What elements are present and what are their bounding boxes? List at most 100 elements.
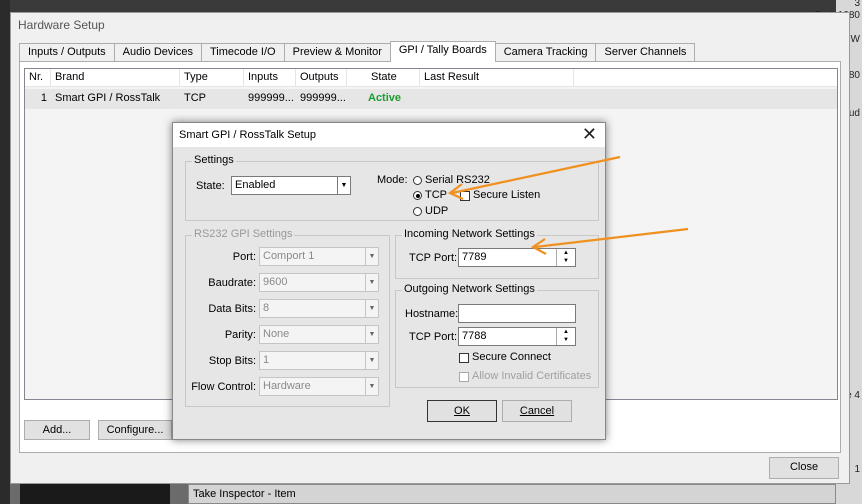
outgoing-network-group: Outgoing Network Settings Hostname: TCP … (395, 283, 599, 388)
chevron-down-icon: ▼ (365, 378, 378, 395)
tab-audio-devices[interactable]: Audio Devices (113, 43, 202, 62)
table-row[interactable]: 1 Smart GPI / RossTalk TCP 999999... 999… (25, 89, 837, 109)
mode-radio-udp[interactable] (413, 207, 422, 216)
data-bits-label: Data Bits: (208, 303, 256, 315)
cell-state: Active (368, 92, 402, 104)
rs232-group-label: RS232 GPI Settings (192, 228, 295, 240)
column-header-inputs[interactable]: Inputs (244, 69, 296, 86)
column-header-last-result[interactable]: Last Result (420, 69, 574, 86)
data-bits-select[interactable]: 8 ▼ (259, 299, 379, 318)
secure-connect-checkbox[interactable] (459, 353, 469, 363)
flow-control-label: Flow Control: (191, 381, 256, 393)
rs232-group: RS232 GPI Settings Port: Comport 1 ▼ Baud… (185, 228, 390, 407)
flow-control-select-value: Hardware (263, 380, 311, 392)
stop-bits-label: Stop Bits: (208, 355, 256, 367)
spinner-arrows-icon[interactable]: ▲ ▼ (556, 328, 575, 345)
chevron-down-icon: ▼ (365, 300, 378, 317)
allow-invalid-certificates-checkbox[interactable] (459, 372, 469, 382)
outgoing-tcp-port-label: TCP Port: (409, 331, 458, 343)
column-header-nr[interactable]: Nr. (25, 69, 51, 86)
cell-nr: 1 (40, 92, 47, 104)
settings-group: Settings State: Enabled ▼ Mode: Serial R… (185, 154, 599, 221)
chevron-down-icon: ▼ (365, 248, 378, 265)
close-button[interactable]: Close (769, 457, 839, 479)
flow-control-select[interactable]: Hardware ▼ (259, 377, 379, 396)
secure-listen-label[interactable]: Secure Listen (473, 189, 540, 201)
mode-radio-serial[interactable] (413, 176, 422, 185)
tab-server-channels[interactable]: Server Channels (595, 43, 696, 62)
chevron-down-icon: ▼ (365, 326, 378, 343)
outgoing-group-label: Outgoing Network Settings (402, 283, 537, 295)
mode-serial-label[interactable]: Serial RS232 (425, 174, 490, 186)
state-select-value: Enabled (235, 179, 276, 191)
configure-button[interactable]: Configure... (98, 420, 172, 440)
parity-select-value: None (263, 328, 290, 340)
rosstalk-setup-dialog: Smart GPI / RossTalk Setup ✕ Settings St… (172, 122, 606, 440)
column-header-type[interactable]: Type (180, 69, 244, 86)
ok-button-label: OK (454, 405, 470, 417)
background-app-toolbar (0, 0, 862, 12)
data-bits-select-value: 8 (263, 302, 270, 314)
tab-inputs-outputs[interactable]: Inputs / Outputs (19, 43, 115, 62)
mode-label: Mode: (377, 174, 408, 186)
background-text: 3 (854, 0, 860, 9)
baudrate-label: Baudrate: (208, 277, 256, 289)
ok-button[interactable]: OK (427, 400, 497, 422)
chevron-down-icon: ▼ (337, 177, 350, 194)
tab-timecode-io[interactable]: Timecode I/O (200, 43, 285, 62)
baudrate-select[interactable]: 9600 ▼ (259, 273, 379, 292)
allow-invalid-certificates-label[interactable]: Allow Invalid Certificates (472, 370, 591, 382)
take-inspector-bar: Take Inspector - Item (188, 484, 836, 504)
list-header: Nr. Brand Type Inputs Outputs State Last… (25, 69, 837, 87)
window-title: Hardware Setup (18, 18, 105, 32)
parity-label: Parity: (224, 329, 256, 341)
cancel-button-label: Cancel (519, 405, 555, 417)
incoming-network-group: Incoming Network Settings TCP Port: 7789… (395, 228, 599, 279)
parity-select[interactable]: None ▼ (259, 325, 379, 344)
add-button[interactable]: Add... (24, 420, 90, 440)
mode-radio-tcp[interactable] (413, 191, 422, 200)
cell-inputs: 999999... (248, 92, 294, 104)
outgoing-tcp-port-value: 7788 (462, 330, 487, 342)
close-icon[interactable]: ✕ (582, 124, 597, 144)
tab-camera-tracking[interactable]: Camera Tracking (494, 43, 597, 62)
mode-tcp-label[interactable]: TCP (425, 189, 447, 201)
hostname-input[interactable] (458, 304, 576, 323)
incoming-tcp-port-label: TCP Port: (409, 252, 458, 264)
outgoing-tcp-port-input[interactable]: 7788 ▲ ▼ (458, 327, 576, 346)
tab-preview-monitor[interactable]: Preview & Monitor (283, 43, 391, 62)
background-app-left-panel (0, 0, 10, 504)
dialog-titlebar: Smart GPI / RossTalk Setup ✕ (173, 123, 605, 147)
cell-outputs: 999999... (300, 92, 346, 104)
tab-gpi-tally-boards[interactable]: GPI / Tally Boards (389, 41, 496, 62)
hostname-label: Hostname: (405, 308, 459, 320)
secure-connect-label[interactable]: Secure Connect (472, 351, 551, 363)
chevron-down-icon: ▼ (365, 274, 378, 291)
secure-listen-checkbox[interactable] (460, 191, 470, 201)
mode-udp-label[interactable]: UDP (425, 205, 448, 217)
baudrate-select-value: 9600 (263, 276, 288, 288)
incoming-tcp-port-input[interactable]: 7789 ▲ ▼ (458, 248, 576, 267)
cell-type: TCP (184, 92, 206, 104)
cell-last-result (420, 89, 574, 109)
stop-bits-select-value: 1 (263, 354, 270, 366)
column-header-brand[interactable]: Brand (51, 69, 180, 86)
dialog-title: Smart GPI / RossTalk Setup (179, 129, 316, 141)
state-label: State: (196, 180, 225, 192)
spinner-arrows-icon[interactable]: ▲ ▼ (556, 249, 575, 266)
column-header-state[interactable]: State (347, 69, 420, 86)
settings-group-label: Settings (192, 154, 236, 166)
cancel-button[interactable]: Cancel (502, 400, 572, 422)
tab-bar: Inputs / Outputs Audio Devices Timecode … (19, 41, 696, 62)
port-select-value: Comport 1 (263, 250, 315, 262)
incoming-group-label: Incoming Network Settings (402, 228, 537, 240)
cell-brand: Smart GPI / RossTalk (55, 92, 161, 104)
port-select[interactable]: Comport 1 ▼ (259, 247, 379, 266)
column-header-outputs[interactable]: Outputs (296, 69, 347, 86)
port-label: Port: (232, 251, 256, 263)
stop-bits-select[interactable]: 1 ▼ (259, 351, 379, 370)
background-text: 1 (854, 464, 860, 475)
chevron-down-icon: ▼ (365, 352, 378, 369)
state-select[interactable]: Enabled ▼ (231, 176, 351, 195)
incoming-tcp-port-value: 7789 (462, 251, 487, 263)
